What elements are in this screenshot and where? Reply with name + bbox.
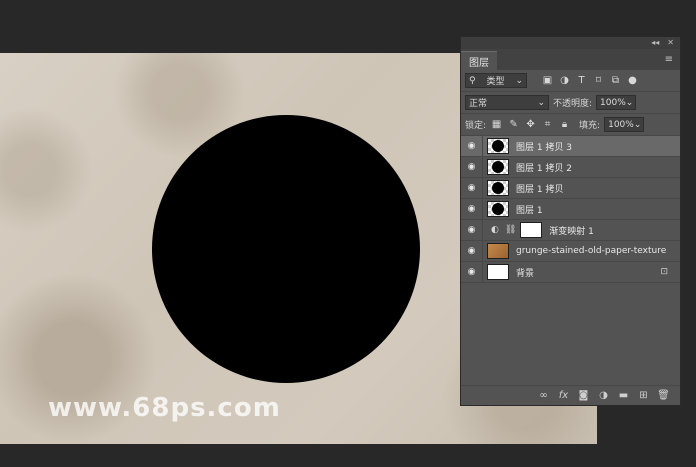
layers-list: ◉ 图层 1 拷贝 3 ◉ 图层 1 拷贝 2 ◉ 图层 1 拷贝 ◉ 图层 1… [461, 135, 680, 283]
fill-field[interactable]: 100% ⌄ [604, 117, 645, 132]
lock-label: 锁定: [465, 121, 487, 131]
chevron-down-icon: ⌄ [625, 97, 634, 108]
layer-thumbnail [487, 180, 509, 196]
layer-mask-thumbnail [520, 222, 543, 238]
lock-move-icon[interactable]: ✥ [524, 118, 537, 131]
adjustment-layer-icon: ◐ [491, 225, 499, 235]
eye-icon[interactable]: ◉ [461, 219, 483, 241]
photoshop-workspace: www.68ps.com ◂◂ ✕ 图层 ≡ ⚲ 类型 ⌄ ▣ ◑ T ⌑ ⧉ … [0, 0, 696, 467]
lock-icon: ⊡ [660, 267, 668, 277]
chevron-down-icon: ⌄ [537, 97, 545, 108]
layers-panel: ◂◂ ✕ 图层 ≡ ⚲ 类型 ⌄ ▣ ◑ T ⌑ ⧉ ● 正常 ⌄ 不透明度: … [460, 36, 681, 406]
smart-object-filter-icon[interactable]: ⧉ [609, 74, 622, 87]
opacity-field[interactable]: 100% ⌄ [596, 95, 637, 110]
pixel-filter-icon[interactable]: ▣ [541, 74, 554, 87]
layer-name: 背景 [516, 268, 535, 279]
layers-bottom-toolbar: ∞ fx ◙ ◑ ▬ ⊞ 🗑︎ [461, 385, 680, 405]
layer-thumbnail [487, 243, 509, 259]
lock-all-icon[interactable]: 🔒︎ [558, 118, 571, 131]
chevron-down-icon: ⌄ [515, 75, 523, 86]
shape-filter-icon[interactable]: ⌑ [592, 74, 605, 87]
hamburger-icon[interactable]: ≡ [665, 54, 673, 65]
panel-topbar: ◂◂ ✕ [461, 37, 680, 49]
eye-icon[interactable]: ◉ [461, 135, 483, 157]
layer-name: grunge-stained-old-paper-texture [516, 246, 667, 256]
fx-icon[interactable]: fx [557, 389, 570, 402]
delete-icon[interactable]: 🗑︎ [657, 389, 670, 402]
eye-icon[interactable]: ◉ [461, 177, 483, 199]
adjustment-filter-icon[interactable]: ◑ [558, 74, 571, 87]
layer-row[interactable]: ◉ 图层 1 拷贝 3 [461, 135, 680, 157]
new-layer-icon[interactable]: ⊞ [637, 389, 650, 402]
lock-artboard-icon[interactable]: ⌗ [541, 118, 554, 131]
eye-icon[interactable]: ◉ [461, 198, 483, 220]
eye-icon[interactable]: ◉ [461, 156, 483, 178]
link-layers-icon[interactable]: ∞ [537, 389, 550, 402]
filter-kind-dropdown[interactable]: ⚲ 类型 ⌄ [465, 73, 527, 88]
layer-thumbnail [487, 159, 509, 175]
layer-name: 图层 1 拷贝 3 [516, 142, 573, 153]
black-circle-shape[interactable] [152, 115, 420, 383]
layer-row[interactable]: ◉ 图层 1 [461, 198, 680, 220]
lock-brush-icon[interactable]: ✎ [507, 118, 520, 131]
layer-row[interactable]: ◉ grunge-stained-old-paper-texture [461, 240, 680, 262]
layer-thumbnail [487, 138, 509, 154]
layer-thumbnail [487, 264, 509, 280]
search-icon: ⚲ [469, 75, 476, 86]
filter-toggle-icon[interactable]: ● [626, 74, 639, 87]
blend-mode-dropdown[interactable]: 正常 ⌄ [465, 95, 549, 110]
lock-transparent-icon[interactable]: ▦ [490, 118, 503, 131]
chevron-down-icon: ⌄ [633, 119, 642, 130]
new-group-icon[interactable]: ▬ [617, 389, 630, 402]
opacity-value: 100% [600, 97, 626, 108]
layer-name: 渐变映射 1 [549, 226, 594, 237]
fill-label: 填充: [579, 121, 601, 131]
layer-filter-row: ⚲ 类型 ⌄ ▣ ◑ T ⌑ ⧉ ● [461, 70, 680, 92]
opacity-label: 不透明度: [553, 99, 593, 109]
layer-row[interactable]: ◉ 图层 1 拷贝 [461, 177, 680, 199]
watermark-text: www.68ps.com [48, 393, 281, 423]
layer-thumbnail [487, 201, 509, 217]
eye-icon[interactable]: ◉ [461, 261, 483, 283]
fill-value: 100% [608, 119, 634, 130]
layer-name: 图层 1 拷贝 2 [516, 163, 573, 174]
add-mask-icon[interactable]: ◙ [577, 389, 590, 402]
link-icon: ⛓ [504, 225, 517, 235]
tab-layers[interactable]: 图层 [461, 51, 497, 70]
collapse-icon[interactable]: ◂◂ [651, 39, 659, 47]
eye-icon[interactable]: ◉ [461, 240, 483, 262]
close-icon[interactable]: ✕ [667, 39, 674, 47]
blend-row: 正常 ⌄ 不透明度: 100% ⌄ [461, 92, 680, 114]
layer-name: 图层 1 [516, 205, 543, 216]
blend-mode-label: 正常 [469, 99, 488, 109]
lock-row: 锁定: ▦ ✎ ✥ ⌗ 🔒︎ 填充: 100% ⌄ [461, 114, 680, 136]
panel-tabbar: 图层 ≡ [461, 49, 680, 70]
type-filter-icon[interactable]: T [575, 74, 588, 87]
layer-name: 图层 1 拷贝 [516, 184, 564, 195]
layer-row[interactable]: ◉ 图层 1 拷贝 2 [461, 156, 680, 178]
filter-kind-label: 类型 [486, 77, 505, 87]
layer-row[interactable]: ◉ ◐ ⛓ 渐变映射 1 [461, 219, 680, 241]
new-adjustment-icon[interactable]: ◑ [597, 389, 610, 402]
layer-row[interactable]: ◉ 背景 ⊡ [461, 261, 680, 283]
